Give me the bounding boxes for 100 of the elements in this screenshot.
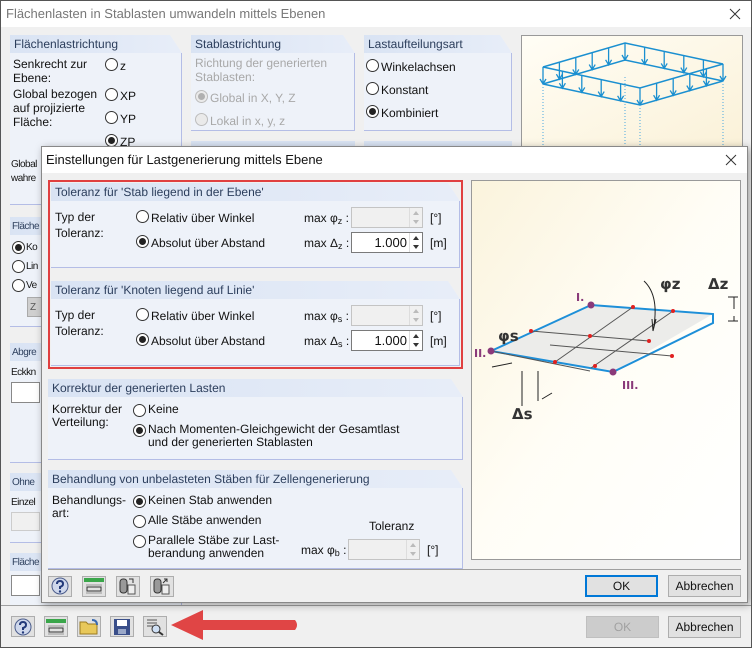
- toolbar-button[interactable]: [48, 576, 72, 596]
- dialog-button[interactable]: Abbrechen: [668, 616, 741, 638]
- field-label: Typ der Toleranz:: [55, 307, 105, 340]
- field-label: Global bezogen auf projizierte Fläche:: [13, 87, 98, 131]
- field-label: Richtung der generierten Stablasten:: [195, 56, 328, 84]
- radio-label: Nach Momenten-Gleichgewicht der Gesamtlast und der generierten Stablasten: [148, 423, 400, 449]
- input-field[interactable]: [11, 512, 40, 531]
- radio-label: Konstant: [381, 82, 428, 99]
- group-title: Toleranz für 'Knoten liegend auf Linie': [55, 282, 254, 299]
- help-icon: [14, 618, 32, 636]
- toolbar-button[interactable]: [143, 616, 167, 637]
- radio-label: z: [120, 58, 126, 75]
- radio-button[interactable]: [366, 105, 379, 118]
- parameter-label: max φ$_{b}$ :: [301, 542, 346, 556]
- radio-label: Lokal in x, y, z: [210, 113, 286, 130]
- radio-label: Keinen Stab anwenden: [148, 494, 274, 507]
- save-icon: [113, 618, 131, 636]
- radio-label: Relativ über Winkel: [151, 210, 254, 226]
- group-title: Korrektur der generierten Lasten: [52, 380, 226, 397]
- group-title: Behandlung von unbelasteten Stäben für Zellengenerierung: [52, 471, 370, 488]
- figure-label: φz: [660, 275, 680, 293]
- units-icon: [83, 577, 105, 595]
- radio-button[interactable]: [133, 495, 146, 508]
- radio-button[interactable]: [105, 111, 118, 124]
- group-title: Fläche: [12, 556, 40, 570]
- dialog-title: Einstellungen für Lastgenerierung mittels Ebene: [46, 151, 323, 170]
- radio-button[interactable]: [133, 515, 146, 528]
- number-spinner[interactable]: 1.000: [351, 232, 423, 253]
- field-label: Typ der Toleranz:: [55, 209, 105, 242]
- field-label: Senkrecht zur Ebene:: [13, 57, 88, 85]
- radio-button[interactable]: [133, 404, 146, 417]
- search-icon: [145, 618, 165, 636]
- dialog-button[interactable]: Abbrechen: [668, 575, 741, 597]
- toolbar-button[interactable]: [116, 576, 140, 596]
- unit-label: [m]: [430, 332, 447, 350]
- close-icon[interactable]: [725, 154, 737, 166]
- group-title: Toleranz für 'Stab liegend in der Ebene': [55, 184, 264, 201]
- radio-label: XP: [120, 88, 136, 105]
- toolbar-button[interactable]: [150, 576, 174, 596]
- radio-label: Ve: [26, 279, 37, 293]
- units-icon: [45, 618, 67, 636]
- radio-label: Parallele Stäbe zur Last-berandung anwenden: [148, 534, 280, 560]
- input-field[interactable]: [11, 575, 40, 596]
- folder-icon: [79, 618, 99, 636]
- radio-button[interactable]: [136, 234, 149, 248]
- unit-label: [°]: [430, 308, 442, 324]
- radio-button[interactable]: [12, 279, 25, 292]
- radio-button[interactable]: [133, 424, 146, 437]
- figure-label: Δs: [512, 405, 533, 423]
- radio-button[interactable]: [105, 88, 118, 101]
- radio-label: Winkelachsen: [381, 59, 456, 76]
- radio-label: Keine: [148, 403, 180, 416]
- parameter-label: max Δ$_{s}$ :: [304, 334, 350, 348]
- column-heading: Toleranz: [369, 518, 416, 535]
- field-label: Eckkn: [11, 366, 36, 380]
- input-field[interactable]: [11, 382, 40, 403]
- toolbar-button[interactable]: [11, 616, 35, 637]
- radio-button[interactable]: [136, 332, 149, 346]
- radio-button[interactable]: [105, 134, 118, 147]
- value-text: 1.000: [374, 333, 407, 348]
- unit-label: [m]: [430, 234, 447, 252]
- close-icon[interactable]: [729, 8, 741, 20]
- radio-label: Alle Stäbe anwenden: [148, 514, 262, 527]
- toolbar-button[interactable]: [82, 576, 106, 596]
- radio-label: Relativ über Winkel: [151, 308, 254, 324]
- group-title: Stablastrichtung: [195, 36, 282, 53]
- field-label: Korrektur der Verteilung:: [52, 403, 124, 431]
- field-label: Einzel: [11, 496, 36, 510]
- figure-label: I.: [576, 291, 584, 304]
- toolbar-button[interactable]: [44, 616, 68, 637]
- parameter-label: max φ$_{z}$ :: [304, 210, 349, 224]
- unit-label: [°]: [427, 542, 438, 558]
- figure-label: Δz: [708, 275, 728, 293]
- number-spinner[interactable]: 1.000: [351, 330, 423, 351]
- radio-label: Kombiniert: [381, 105, 438, 122]
- radio-label: Global in X, Y, Z: [210, 90, 296, 107]
- radio-label: Absolut über Abstand: [151, 234, 266, 252]
- field-label: Global: [11, 158, 37, 172]
- radio-button[interactable]: [366, 82, 379, 95]
- table-export-icon: [152, 576, 172, 596]
- radio-button[interactable]: [366, 59, 379, 72]
- help-icon: [51, 577, 69, 595]
- radio-label: Lin: [26, 260, 38, 274]
- radio-button[interactable]: [105, 58, 118, 71]
- figure-label: II.: [474, 347, 486, 360]
- dialog-button[interactable]: OK: [585, 575, 658, 597]
- group-title: Fläche: [12, 220, 40, 234]
- toolbar-button[interactable]: [110, 616, 134, 637]
- field-label: wahre: [11, 172, 36, 186]
- unit-label: [°]: [430, 210, 442, 226]
- radio-label: YP: [120, 111, 136, 128]
- window-title: Flächenlasten in Stablasten umwandeln mittels Ebenen: [6, 5, 326, 24]
- radio-button[interactable]: [133, 535, 146, 548]
- radio-button[interactable]: [12, 241, 25, 254]
- figure-label: φs: [498, 327, 519, 345]
- radio-button[interactable]: [12, 260, 25, 273]
- group-title: Flächenlastrichtung: [14, 36, 118, 53]
- figure-label: III.: [622, 379, 638, 392]
- group-title: Lastaufteilungsart: [368, 36, 463, 53]
- group-title: Abgre: [12, 346, 36, 360]
